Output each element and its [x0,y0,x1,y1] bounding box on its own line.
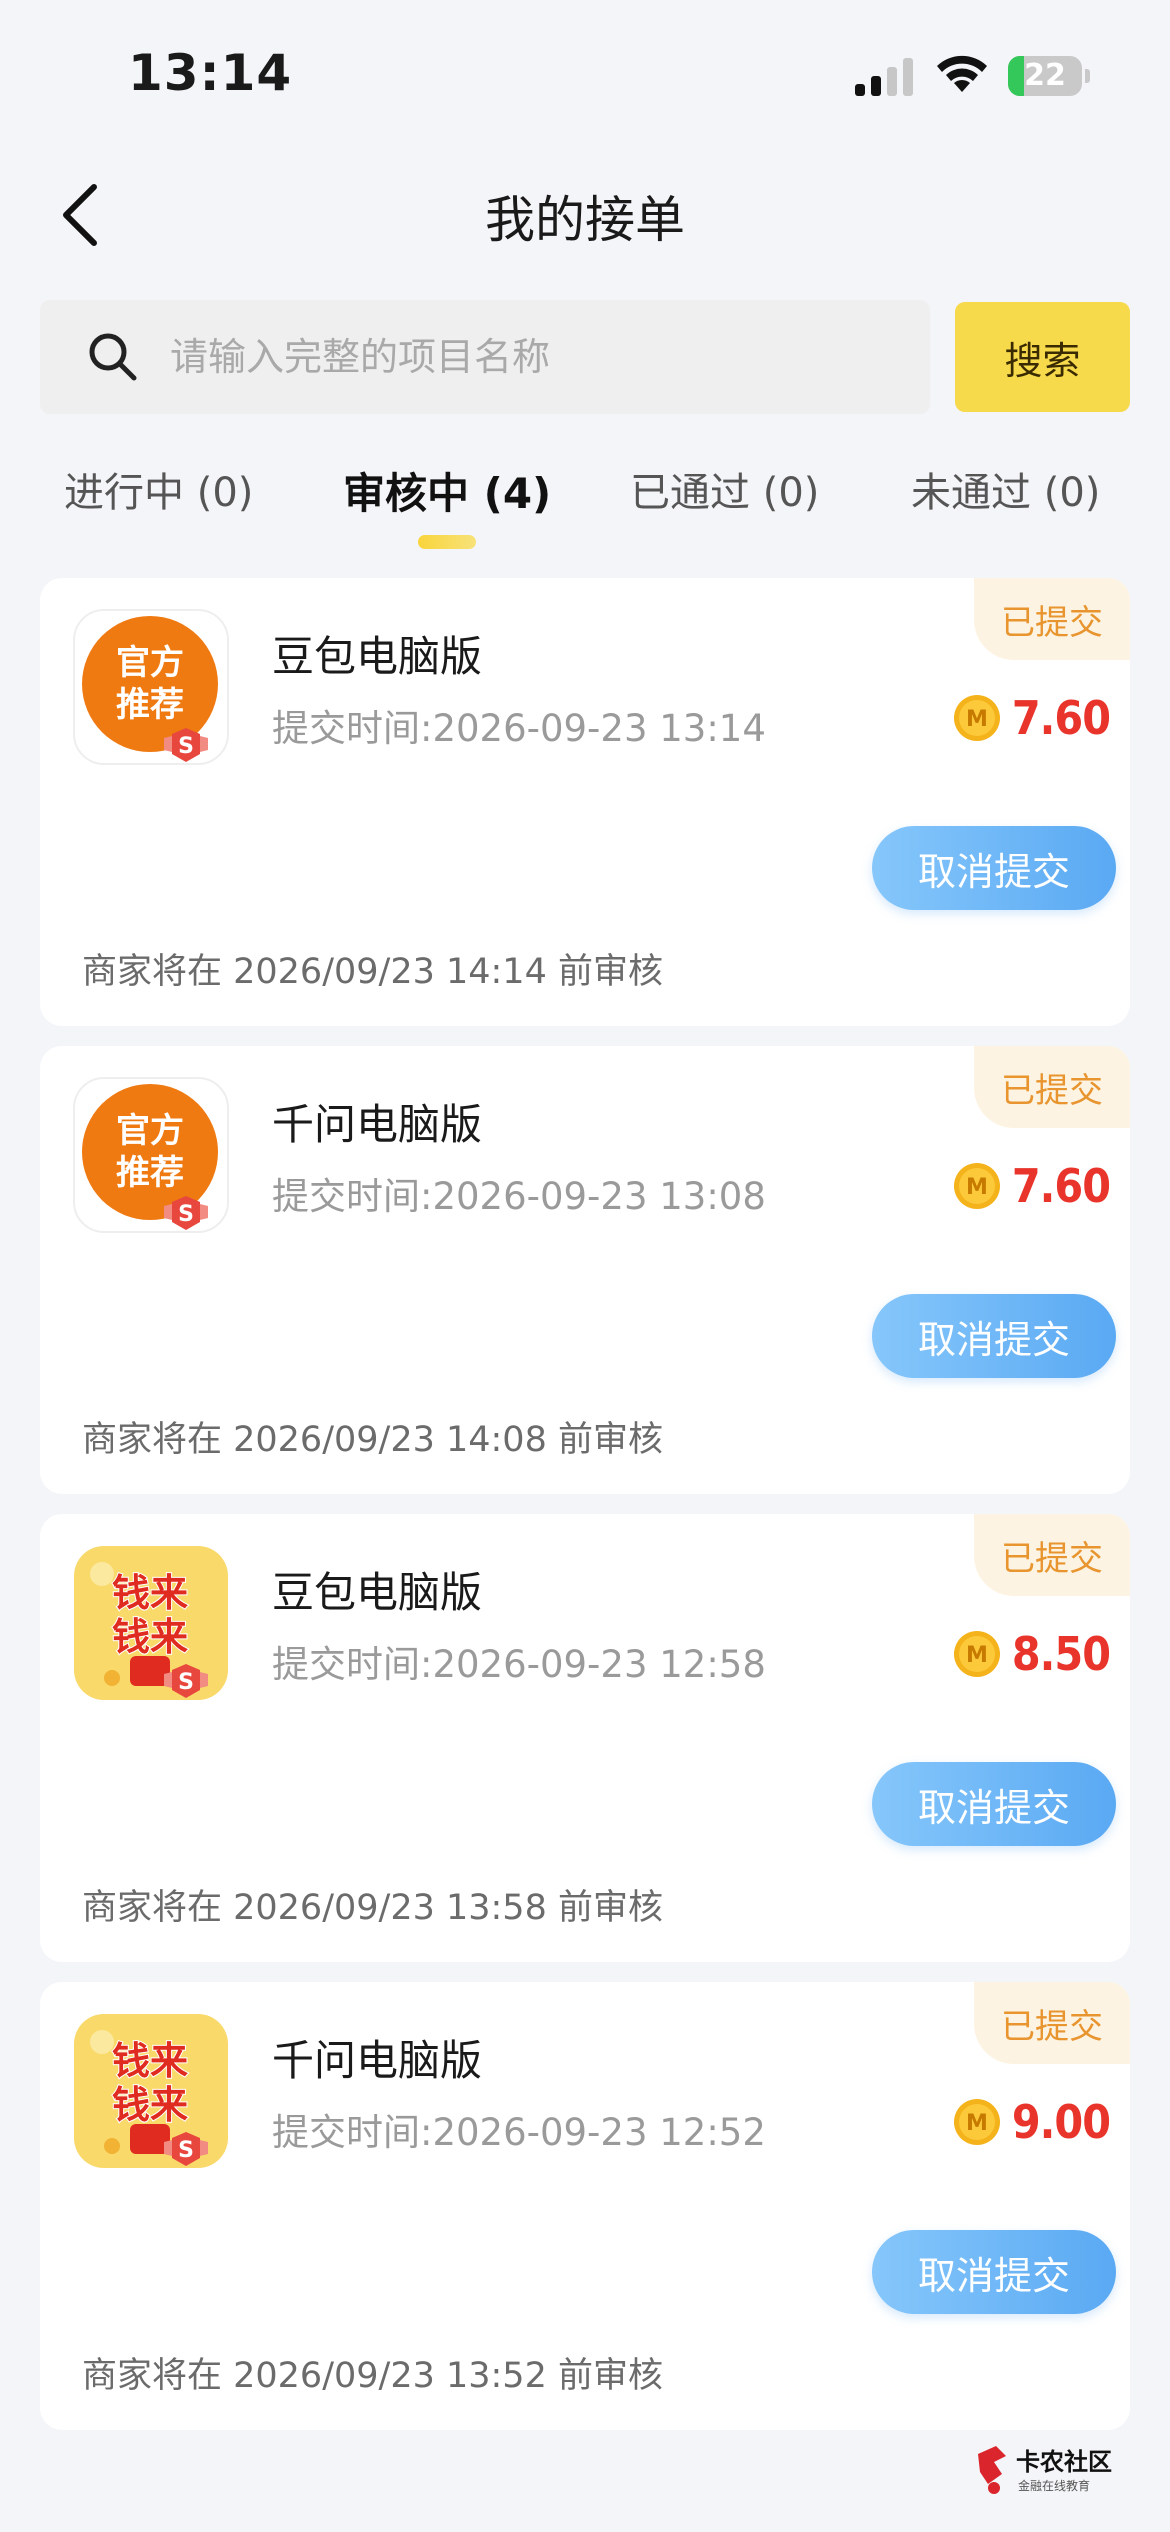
order-card[interactable]: 已提交 钱来 钱来 S 千问电脑版 提交时间:2026-09-23 12:52 … [40,1982,1130,2430]
reward-value: 7.60 [1011,1159,1111,1213]
svg-text:M: M [966,2111,988,2136]
wifi-icon [937,55,987,92]
active-tab-indicator [418,535,476,549]
project-title: 豆包电脑版 [272,1568,483,1617]
svg-text:S: S [178,734,194,759]
reward-value: 9.00 [1011,2095,1111,2149]
tab-under-review[interactable]: 审核中 (4) [343,460,551,521]
watermark-logo: 卡农社区 金融在线教育 [978,2446,1112,2494]
project-title: 千问电脑版 [272,2036,483,2085]
reward-value: 7.60 [1011,691,1111,745]
search-button[interactable]: 搜索 [955,302,1130,412]
svg-text:金融在线教育: 金融在线教育 [1018,2478,1090,2493]
svg-text:官方: 官方 [116,643,184,683]
cancel-submission-button[interactable]: 取消提交 [872,1294,1116,1378]
svg-text:S: S [178,2138,194,2163]
review-deadline-note: 商家将在 2026/09/23 14:14 前审核 [82,952,663,992]
reward-value: 8.50 [1011,1627,1111,1681]
svg-text:S: S [178,1670,194,1695]
status-badge: 已提交 [974,1982,1130,2064]
tab-approved[interactable]: 已通过 (0) [630,460,819,518]
cancel-submission-button[interactable]: 取消提交 [872,1762,1116,1846]
reward-amount: M 7.60 [952,1156,1111,1216]
review-deadline-note: 商家将在 2026/09/23 13:58 前审核 [82,1888,663,1928]
svg-text:S: S [178,1202,194,1227]
money-coming-icon: 钱来 钱来 S [74,1546,228,1700]
coin-icon: M [953,2099,1000,2145]
cancel-submission-button[interactable]: 取消提交 [872,826,1116,910]
status-bar: 13:14 22 [0,0,1170,150]
status-time: 13:14 [128,44,293,102]
order-card[interactable]: 已提交 官方 推荐 S 千问电脑版 提交时间:2026-09-23 13:08 … [40,1046,1130,1494]
svg-text:M: M [966,1175,988,1200]
search-input[interactable] [170,300,910,414]
project-title: 豆包电脑版 [272,632,483,681]
status-badge: 已提交 [974,1046,1130,1128]
submit-time: 提交时间:2026-09-23 12:52 [272,2111,766,2154]
official-recommend-icon: 官方 推荐 S [73,1077,229,1233]
svg-text:钱来: 钱来 [112,2039,188,2083]
coin-icon: M [953,1163,1000,1209]
order-card[interactable]: 已提交 官方 推荐 S 豆包电脑版 提交时间:2026-09-23 13:14 … [40,578,1130,1026]
coin-icon: M [953,1631,1000,1677]
battery-level: 22 [1024,58,1066,93]
submit-time: 提交时间:2026-09-23 13:14 [272,707,766,750]
status-badge: 已提交 [974,1514,1130,1596]
svg-text:M: M [966,1643,988,1668]
tab-rejected[interactable]: 未通过 (0) [911,460,1100,518]
project-title: 千问电脑版 [272,1100,483,1149]
svg-text:卡农社区: 卡农社区 [1016,2448,1112,2476]
reward-amount: M 7.60 [952,688,1111,748]
svg-text:M: M [966,707,988,732]
money-coming-icon: 钱来 钱来 S [74,2014,228,2168]
svg-text:官方: 官方 [116,1111,184,1151]
search-icon [89,333,137,381]
search-box[interactable] [40,300,930,414]
status-tabs: 进行中 (0) 审核中 (4) 已通过 (0) 未通过 (0) [0,450,1170,560]
status-badge: 已提交 [974,578,1130,660]
svg-text:推荐: 推荐 [116,685,184,725]
svg-text:推荐: 推荐 [116,1153,184,1193]
page-title: 我的接单 [485,191,685,249]
battery-icon: 22 [1008,56,1090,96]
review-deadline-note: 商家将在 2026/09/23 13:52 前审核 [82,2356,663,2396]
cellular-signal-icon [855,58,913,96]
coin-icon: M [953,695,1000,741]
reward-amount: M 8.50 [952,1624,1111,1684]
submit-time: 提交时间:2026-09-23 13:08 [272,1175,766,1218]
svg-text:钱来: 钱来 [112,2083,188,2127]
tab-in-progress[interactable]: 进行中 (0) [64,460,253,518]
cancel-submission-button[interactable]: 取消提交 [872,2230,1116,2314]
order-card[interactable]: 已提交 钱来 钱来 S 豆包电脑版 提交时间:2026-09-23 12:58 … [40,1514,1130,1962]
official-recommend-icon: 官方 推荐 S [73,609,229,765]
reward-amount: M 9.00 [952,2092,1111,2152]
svg-text:钱来: 钱来 [112,1615,188,1659]
svg-text:钱来: 钱来 [112,1571,188,1615]
submit-time: 提交时间:2026-09-23 12:58 [272,1643,766,1686]
review-deadline-note: 商家将在 2026/09/23 14:08 前审核 [82,1420,663,1460]
